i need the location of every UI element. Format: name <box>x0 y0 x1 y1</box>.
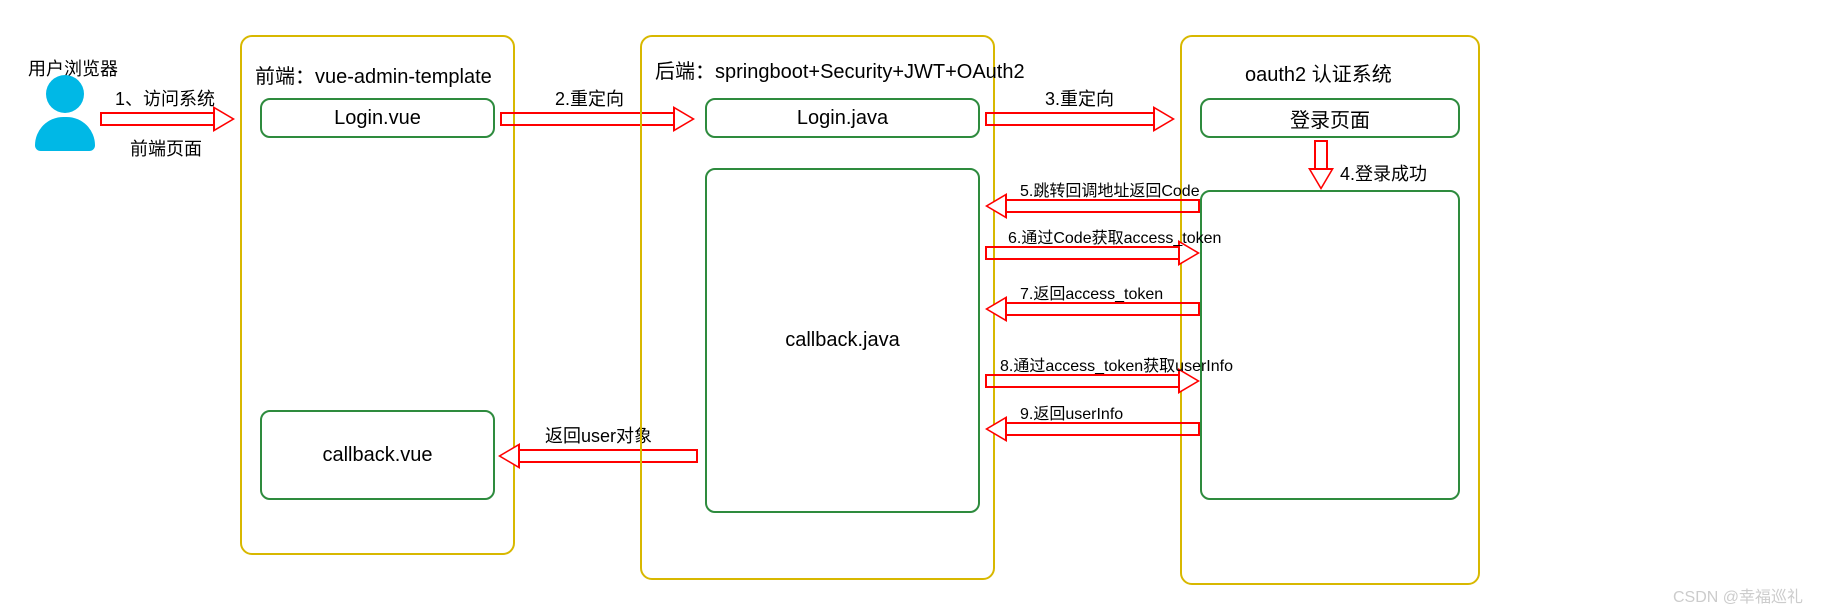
arrow1-label: 1、访问系统 <box>115 85 215 111</box>
backend-callback-box: callback.java <box>705 168 980 513</box>
backend-title: 后端：springboot+Security+JWT+OAuth2 <box>655 55 1025 84</box>
oauth-login-box: 登录页面 <box>1200 98 1460 138</box>
step8-label: 8.通过access_token获取userInfo <box>1000 352 1233 376</box>
frontend-login-box: Login.vue <box>260 98 495 138</box>
arrow1-sub: 前端页面 <box>130 135 202 161</box>
arrow-step4 <box>1310 140 1332 190</box>
user-icon <box>35 75 95 155</box>
backend-login-box: Login.java <box>705 98 980 138</box>
watermark: CSDN @幸福巡礼 <box>1673 583 1803 607</box>
oauth-empty-box <box>1200 190 1460 500</box>
step6-label: 6.通过Code获取access_token <box>1008 224 1221 248</box>
arrow-step3 <box>985 108 1175 130</box>
frontend-title: 前端：vue-admin-template <box>255 60 492 89</box>
step7-label: 7.返回access_token <box>1020 280 1163 304</box>
arrow3-label: 3.重定向 <box>1045 85 1114 111</box>
arrow-return-label: 返回user对象 <box>545 422 652 448</box>
step9-label: 9.返回userInfo <box>1020 400 1123 424</box>
arrow-step1 <box>100 108 235 130</box>
frontend-callback-box: callback.vue <box>260 410 495 500</box>
arrow4-label: 4.登录成功 <box>1340 160 1427 186</box>
step5-label: 5.跳转回调地址返回Code <box>1020 177 1200 201</box>
oauth-title: oauth2 认证系统 <box>1245 58 1392 87</box>
arrow2-label: 2.重定向 <box>555 85 624 111</box>
